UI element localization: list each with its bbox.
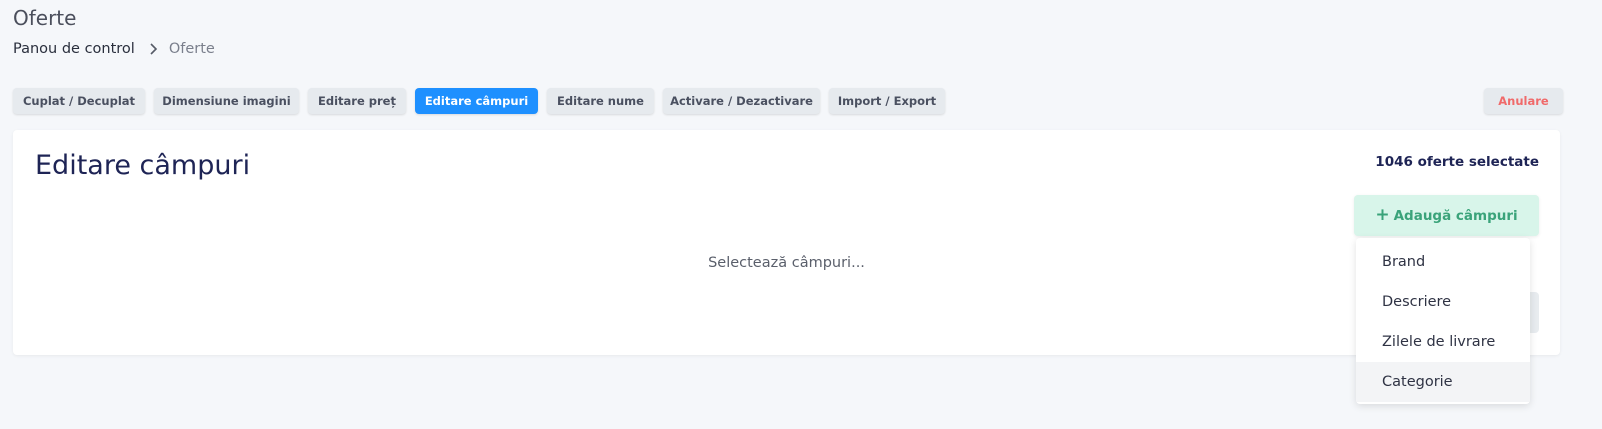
dropdown-item-zilele-de-livrare[interactable]: Zilele de livrare xyxy=(1356,322,1530,362)
add-fields-button[interactable]: + Adaugă câmpuri xyxy=(1354,195,1539,236)
tab-dimensiune-imagini[interactable]: Dimensiune imagini xyxy=(154,88,299,114)
tab-editare-nume[interactable]: Editare nume xyxy=(547,88,654,114)
chevron-right-icon xyxy=(147,42,161,56)
add-fields-label: Adaugă câmpuri xyxy=(1393,207,1518,224)
page-title: Oferte xyxy=(13,6,77,30)
cancel-button[interactable]: Anulare xyxy=(1484,88,1563,114)
tab-editare-pret[interactable]: Editare preț xyxy=(308,88,406,114)
dropdown-item-descriere[interactable]: Descriere xyxy=(1356,282,1530,322)
tab-editare-campuri[interactable]: Editare câmpuri xyxy=(415,88,538,114)
fields-placeholder: Selectează câmpuri... xyxy=(708,255,865,271)
tab-cuplat-decuplat[interactable]: Cuplat / Decuplat xyxy=(13,88,145,114)
dropdown-item-categorie[interactable]: Categorie xyxy=(1356,362,1530,402)
breadcrumb-current: Oferte xyxy=(168,41,215,57)
plus-icon: + xyxy=(1375,205,1390,225)
breadcrumb: Panou de control Oferte xyxy=(13,41,215,57)
tab-activare-dezactivare[interactable]: Activare / Dezactivare xyxy=(663,88,820,114)
action-tabs: Cuplat / Decuplat Dimensiune imagini Edi… xyxy=(13,88,945,114)
fields-dropdown: Brand Descriere Zilele de livrare Catego… xyxy=(1356,238,1530,404)
dropdown-item-brand[interactable]: Brand xyxy=(1356,242,1530,282)
selected-count: 1046 oferte selectate xyxy=(1375,154,1539,170)
tab-import-export[interactable]: Import / Export xyxy=(829,88,945,114)
card-title: Editare câmpuri xyxy=(35,150,251,181)
breadcrumb-home-link[interactable]: Panou de control xyxy=(13,41,135,57)
edit-fields-card: Editare câmpuri 1046 oferte selectate + … xyxy=(13,130,1560,355)
